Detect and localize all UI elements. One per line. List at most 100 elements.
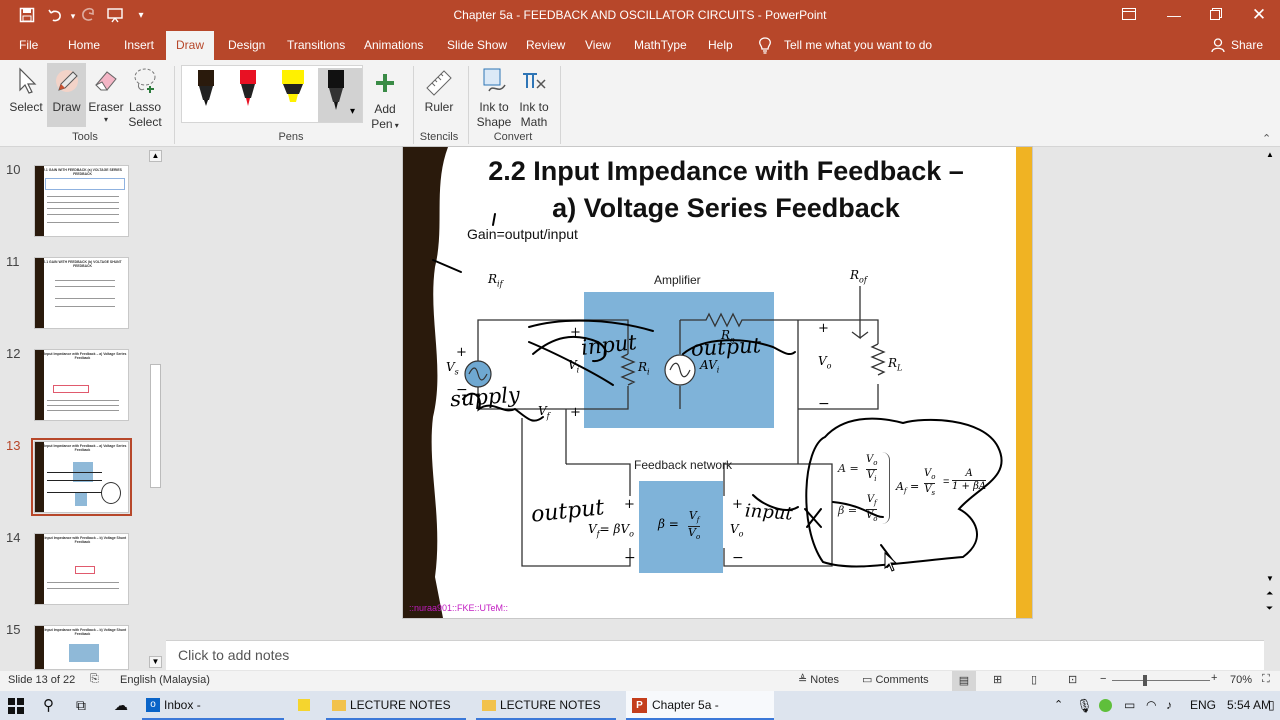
gain-equation-a: A = — [838, 462, 859, 475]
tab-animations[interactable]: Animations — [356, 31, 431, 60]
slide-thumbnail-10[interactable]: 2.1 GAIN WITH FEEDBACK (a) VOLTAGE SERIE… — [34, 165, 129, 237]
ink-output-top[interactable]: output — [690, 333, 761, 361]
ruler-button[interactable]: Ruler — [418, 66, 460, 115]
sticky-notes-icon[interactable] — [298, 691, 316, 720]
zoom-slider[interactable] — [1112, 680, 1210, 681]
taskbar-mail[interactable]: o Inbox - liyana@utem.... — [142, 691, 284, 720]
window-title: Chapter 5a - FEEDBACK AND OSCILLATOR CIR… — [453, 8, 827, 22]
pen-red[interactable] — [230, 68, 266, 122]
clock[interactable]: 5:54 AM — [1227, 691, 1271, 720]
notes-toggle-button[interactable]: ≜ Notes — [798, 673, 839, 686]
wifi-icon[interactable]: ◠ — [1146, 691, 1156, 720]
ribbon-display-options-icon[interactable] — [1107, 0, 1151, 31]
pen-black-selected[interactable]: ▾ — [318, 68, 362, 122]
slide-thumbnail-13[interactable]: 2.2 Input Impedance with Feedback – a) V… — [34, 441, 129, 513]
draw-button[interactable]: Draw — [47, 63, 86, 127]
ink-to-math-button[interactable]: Ink to Math — [514, 66, 554, 130]
thumbnail-title: 2.1 GAIN WITH FEEDBACK (a) VOLTAGE SERIE… — [43, 168, 122, 176]
fit-to-window-icon[interactable]: ⛶ — [1262, 673, 1270, 686]
tell-me-search[interactable]: Tell me what you want to do — [776, 31, 940, 60]
canvas-scroll-down-icon[interactable]: ▼ — [1266, 574, 1274, 583]
tab-file[interactable]: File — [11, 31, 46, 60]
lasso-label-line2: Select — [128, 115, 162, 129]
vf-equation-label: Vf= βVo — [588, 522, 634, 539]
tab-draw[interactable]: Draw — [166, 31, 214, 60]
reading-view-icon[interactable]: ▯ — [1031, 673, 1037, 686]
taskbar-folder-1[interactable]: LECTURE NOTES — [326, 691, 466, 720]
task-view-icon[interactable]: ⧉ — [76, 691, 86, 720]
lasso-select-button[interactable]: Lasso Select — [126, 66, 164, 130]
ink-to-shape-label-line2: Shape — [476, 115, 512, 129]
input-language[interactable]: ENG — [1190, 691, 1216, 720]
app-icon[interactable]: ☁ — [114, 691, 128, 720]
tab-home[interactable]: Home — [60, 31, 108, 60]
notification-icon[interactable]: ▯ — [1268, 691, 1280, 720]
ink-input-bottom[interactable]: input — [744, 500, 793, 524]
share-button[interactable]: Share — [1223, 31, 1271, 60]
restore-icon[interactable] — [1194, 0, 1238, 31]
slide-thumbnail-15[interactable]: 2.3 Input Impedance with Feedback – b) V… — [34, 625, 129, 670]
zoom-slider-thumb[interactable] — [1143, 675, 1147, 686]
canvas-scrollbar[interactable]: ▲ ▼ ⏶ ⏷ — [1266, 148, 1280, 638]
eraser-button[interactable]: Eraser ▾ — [88, 66, 124, 124]
app-tray-icon[interactable] — [1099, 691, 1113, 720]
spelling-check-icon[interactable]: ⎘ — [90, 673, 99, 686]
tab-help[interactable]: Help — [700, 31, 741, 60]
show-hidden-icons-icon[interactable]: ⌃ — [1054, 691, 1063, 720]
thumbnail-scrollbar[interactable]: ▲ ▼ — [149, 150, 162, 668]
scroll-up-icon[interactable]: ▲ — [149, 150, 162, 162]
battery-icon[interactable]: ▭ — [1124, 691, 1135, 720]
add-pen-dropdown-icon[interactable]: ▾ — [393, 121, 399, 130]
notes-icon: ≜ — [798, 674, 808, 686]
comments-toggle-button[interactable]: ▭ Comments — [862, 673, 929, 686]
canvas-scroll-up-icon[interactable]: ▲ — [1266, 150, 1274, 159]
pen-black[interactable] — [188, 68, 224, 122]
gain-textbox[interactable]: Gain=output/input — [467, 226, 578, 242]
windows-start-icon[interactable] — [8, 691, 30, 720]
tab-design[interactable]: Design — [220, 31, 273, 60]
tab-review[interactable]: Review — [518, 31, 573, 60]
normal-view-icon[interactable]: ▤ — [952, 671, 976, 691]
language-indicator[interactable]: English (Malaysia) — [120, 674, 210, 686]
slide-thumbnail-14[interactable]: 2.2 Input Impedance with Feedback – b) V… — [34, 533, 129, 605]
taskbar-powerpoint[interactable]: P Chapter 5a - FEEDBA... — [626, 691, 774, 720]
tab-insert[interactable]: Insert — [116, 31, 162, 60]
slide-sorter-icon[interactable]: ⊞ — [993, 673, 1002, 686]
zoom-in-icon[interactable]: + — [1211, 672, 1217, 684]
tab-mathtype[interactable]: MathType — [626, 31, 695, 60]
feedback-circuit-diagram[interactable]: + − + + − + + − + − Amplifier Feedback n… — [440, 256, 1000, 578]
ink-supply[interactable]: supply — [449, 383, 520, 412]
minimize-icon[interactable]: — — [1152, 0, 1196, 31]
taskbar-folder-2[interactable]: LECTURE NOTES — [476, 691, 616, 720]
slide-thumbnail-12[interactable]: 2.2 Input Impedance with Feedback – a) V… — [34, 349, 129, 421]
af-fraction-2: A 1 + βA — [952, 468, 987, 492]
next-slide-icon[interactable]: ⏷ — [1266, 603, 1273, 614]
scrollbar-thumb[interactable] — [150, 364, 161, 488]
tab-slide-show[interactable]: Slide Show — [439, 31, 515, 60]
zoom-out-icon[interactable]: − — [1100, 673, 1106, 685]
slide-thumbnail-11[interactable]: 2.1 GAIN WITH FEEDBACK (b) VOLTAGE SHUNT… — [34, 257, 129, 329]
close-icon[interactable]: ✕ — [1237, 0, 1280, 31]
slide-title[interactable]: 2.2 Input Impedance with Feedback – a) V… — [441, 153, 1011, 227]
highlighter-yellow[interactable] — [275, 68, 311, 122]
thumbnail-title: 2.2 Input Impedance with Feedback – a) V… — [38, 444, 127, 452]
pen-options-dropdown-icon[interactable]: ▾ — [350, 106, 355, 117]
add-pen-button[interactable]: Add Pen ▾ — [367, 68, 403, 133]
notes-pane[interactable]: Click to add notes — [166, 640, 1264, 670]
volume-icon[interactable]: ♪ — [1166, 691, 1172, 720]
folder-icon — [482, 700, 496, 711]
zoom-level[interactable]: 70% — [1230, 674, 1252, 686]
tab-view[interactable]: View — [577, 31, 619, 60]
svg-text:+: + — [624, 497, 635, 512]
previous-slide-icon[interactable]: ⏶ — [1266, 588, 1273, 599]
current-slide[interactable]: 2.2 Input Impedance with Feedback – a) V… — [403, 147, 1032, 618]
scroll-down-icon[interactable]: ▼ — [149, 656, 162, 668]
select-button[interactable]: Select — [6, 66, 46, 115]
search-icon[interactable]: ⚲ — [43, 691, 54, 720]
microphone-icon[interactable]: 🎙 — [1076, 691, 1093, 720]
eraser-dropdown-icon[interactable]: ▾ — [88, 115, 124, 124]
ink-to-shape-button[interactable]: Ink to Shape — [474, 66, 514, 130]
tab-transitions[interactable]: Transitions — [279, 31, 353, 60]
slide-show-icon[interactable]: ⊡ — [1068, 673, 1077, 686]
collapse-ribbon-icon[interactable]: ⌃ — [1262, 132, 1271, 145]
